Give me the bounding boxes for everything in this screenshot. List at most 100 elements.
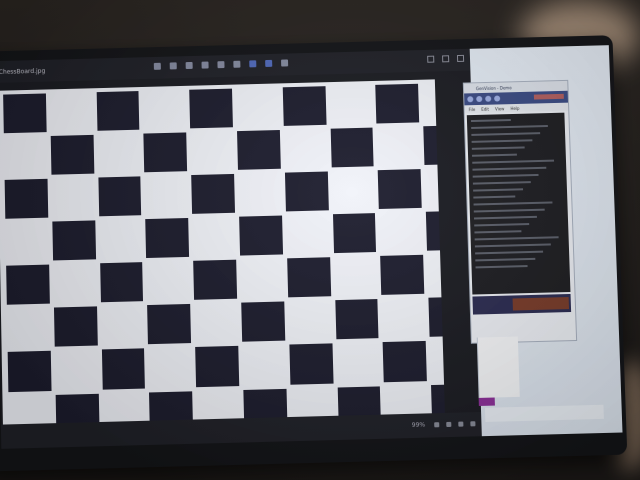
console-line xyxy=(473,201,553,206)
checker-square xyxy=(53,306,98,348)
side-panel xyxy=(476,336,520,398)
window-controls xyxy=(427,54,465,63)
checker-square xyxy=(423,125,445,166)
console-line xyxy=(473,195,516,199)
zoom-out-icon[interactable] xyxy=(434,422,440,428)
taskbar-item[interactable] xyxy=(478,397,495,406)
checker-square xyxy=(143,132,188,173)
console-line xyxy=(475,265,528,269)
checker-square xyxy=(330,127,375,168)
share-icon[interactable] xyxy=(265,59,273,67)
stop-icon[interactable] xyxy=(485,95,492,102)
console-line xyxy=(471,146,525,150)
console-line xyxy=(472,159,555,164)
checker-square xyxy=(284,171,329,212)
checker-square xyxy=(375,83,420,124)
preview-strip xyxy=(472,293,572,315)
checker-square xyxy=(4,178,49,219)
checker-square xyxy=(96,91,140,131)
menu-help[interactable]: Help xyxy=(510,105,519,110)
preview-thumbnail xyxy=(512,297,570,311)
checker-square xyxy=(98,176,142,217)
edit-icon[interactable] xyxy=(217,61,225,69)
checker-square xyxy=(191,174,236,215)
console-line xyxy=(471,132,541,136)
menu-view[interactable]: View xyxy=(495,106,505,111)
checker-square xyxy=(241,301,286,343)
console-line xyxy=(473,188,524,192)
checker-square xyxy=(287,257,331,298)
menu-file[interactable]: File xyxy=(469,107,476,112)
console-line xyxy=(474,230,522,234)
menu-edit[interactable]: Edit xyxy=(481,106,489,111)
checker-square xyxy=(426,210,445,251)
side-app-window: GenVision - Demo File Edit View Help xyxy=(462,79,578,344)
console-line xyxy=(475,257,536,262)
checker-square xyxy=(334,299,379,340)
image-viewer-window: ChessBoard.jpg 99% xyxy=(0,48,482,449)
open-icon[interactable] xyxy=(467,96,474,103)
checker-square xyxy=(52,220,96,261)
console-line xyxy=(474,236,559,241)
play-icon[interactable] xyxy=(476,95,483,103)
checker-square xyxy=(193,259,238,301)
console-line xyxy=(473,208,545,213)
zoom-level[interactable]: 99% xyxy=(412,422,426,429)
record-icon[interactable] xyxy=(494,95,501,102)
console-line xyxy=(471,124,548,129)
checkerboard xyxy=(0,79,445,427)
checker-square xyxy=(428,296,445,338)
draw-icon[interactable] xyxy=(249,60,257,68)
console-line xyxy=(472,181,531,185)
info-icon[interactable] xyxy=(458,421,464,427)
progress-indicator xyxy=(533,93,564,100)
checker-square xyxy=(195,346,240,387)
checkerboard-image xyxy=(0,79,445,427)
checker-square xyxy=(189,88,233,129)
checker-square xyxy=(99,262,144,303)
more-icon[interactable] xyxy=(281,59,289,67)
crop-icon[interactable] xyxy=(233,60,241,68)
maximize-icon[interactable] xyxy=(442,55,450,63)
monitor-bezel: ChessBoard.jpg 99% GenVision - Demo File… xyxy=(0,35,628,472)
checker-square xyxy=(7,351,52,392)
console-line xyxy=(472,153,517,157)
side-app-status xyxy=(471,320,575,331)
checker-square xyxy=(239,215,283,256)
console-line xyxy=(473,215,537,220)
checker-square xyxy=(289,343,334,385)
console-line xyxy=(472,166,547,171)
side-app-title: GenVision - Demo xyxy=(475,84,512,91)
fullscreen-icon[interactable] xyxy=(470,421,476,427)
console-line xyxy=(474,223,530,227)
delete-icon[interactable] xyxy=(185,61,193,70)
console-line xyxy=(475,250,544,255)
checker-square xyxy=(380,255,425,296)
console-line xyxy=(470,119,511,123)
rotate-icon[interactable] xyxy=(153,62,161,70)
checker-square xyxy=(3,93,47,134)
checker-square xyxy=(6,264,50,306)
checker-square xyxy=(332,213,377,254)
checker-square xyxy=(282,86,327,126)
copy-icon[interactable] xyxy=(169,62,177,70)
side-app-menu: File Edit View Help xyxy=(464,102,569,114)
console-line xyxy=(471,139,533,143)
viewer-toolbar xyxy=(153,59,289,70)
image-canvas[interactable] xyxy=(0,74,481,427)
checker-square xyxy=(101,348,146,390)
close-icon[interactable] xyxy=(456,54,465,62)
checker-square xyxy=(237,130,281,170)
checker-square xyxy=(147,304,192,345)
checker-square xyxy=(145,218,190,259)
console-line xyxy=(472,173,539,178)
checker-square xyxy=(383,341,428,382)
favorite-icon[interactable] xyxy=(201,61,209,69)
checker-square xyxy=(378,169,422,210)
viewer-file-name: ChessBoard.jpg xyxy=(0,67,46,76)
console-output[interactable] xyxy=(466,112,571,295)
console-line xyxy=(474,243,551,248)
fit-icon[interactable] xyxy=(446,421,452,428)
checker-square xyxy=(50,134,94,175)
minimize-icon[interactable] xyxy=(427,55,435,63)
